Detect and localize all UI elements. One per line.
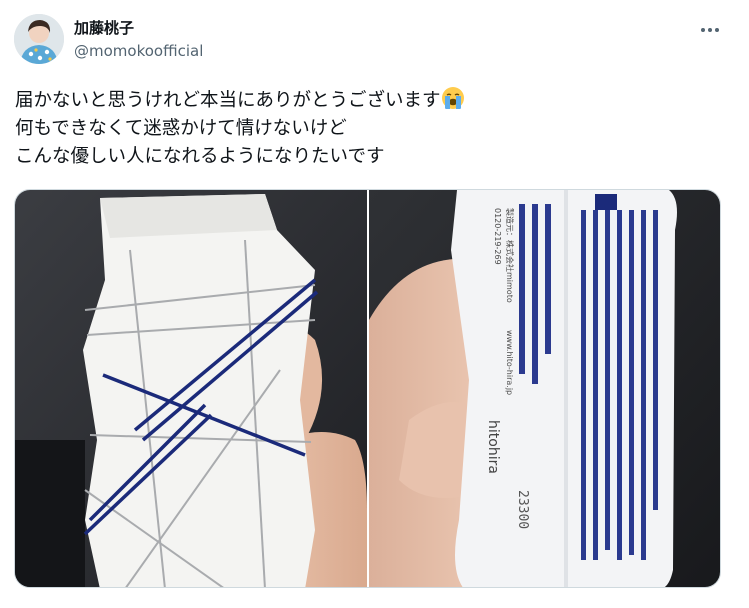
avatar[interactable] — [14, 14, 64, 64]
photo-left[interactable] — [15, 190, 367, 587]
tweet-line: 届かないと思うけれど本当にありがとうございます — [15, 86, 735, 115]
wet-towel-package-back-icon: hitohira 製造元：株式会社mimoto www.hito-hira.jp… — [369, 190, 720, 587]
tweet-line: 何もできなくて迷惑かけて情けないけど — [15, 118, 347, 139]
tweet-line: こんな優しい人になれるようになりたいです — [15, 146, 385, 167]
package-number: 23300 — [515, 490, 530, 529]
display-name[interactable]: 加藤桃子 — [74, 17, 134, 38]
wet-towel-package-front-icon — [15, 190, 367, 587]
package-maker: 製造元：株式会社mimoto — [505, 208, 515, 303]
package-brand: hitohira — [485, 420, 501, 474]
tweet-text: 届かないと思うけれど本当にありがとうございます 何もできなくて迷惑かけて情けない… — [15, 86, 735, 171]
photo-right[interactable]: hitohira 製造元：株式会社mimoto www.hito-hira.jp… — [369, 190, 720, 587]
loudly-crying-face-icon — [441, 86, 465, 110]
tweet: 加藤桃子 @momokoofficial 届かないと思うけれど本当にありがとうご… — [0, 0, 749, 608]
package-tel: 0120-219-269 — [493, 208, 502, 265]
user-handle[interactable]: @momokoofficial — [74, 42, 203, 60]
more-options-icon[interactable] — [694, 18, 726, 42]
package-url: www.hito-hira.jp — [505, 330, 514, 395]
avatar-image — [14, 14, 64, 64]
media-grid: hitohira 製造元：株式会社mimoto www.hito-hira.jp… — [14, 189, 721, 588]
